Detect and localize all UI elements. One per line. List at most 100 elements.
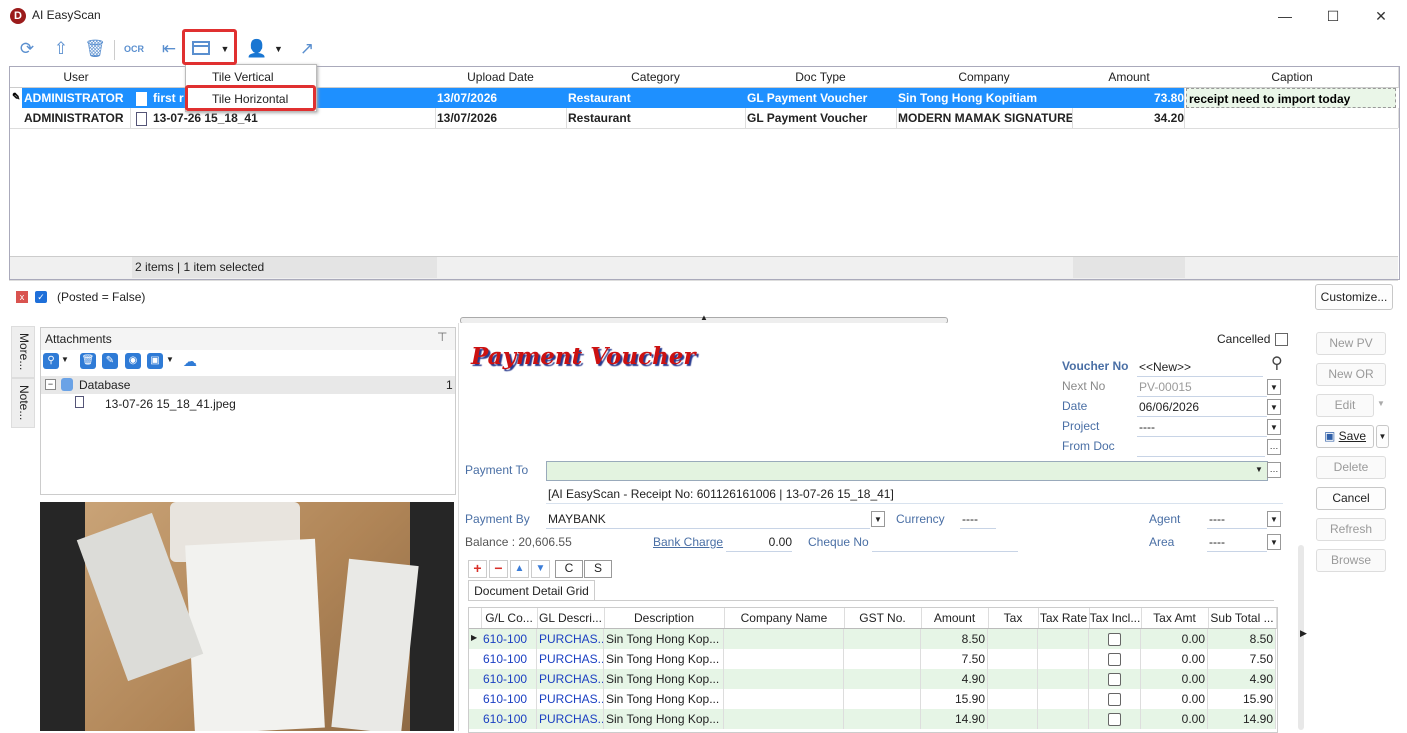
- detail-cell-description[interactable]: Sin Tong Hong Kop...: [604, 709, 724, 729]
- voucher-no-field[interactable]: <<New>>: [1137, 358, 1263, 377]
- detail-header-gl-desc[interactable]: GL Descri...: [537, 608, 605, 629]
- detail-cell-gl-desc[interactable]: PURCHAS...: [537, 709, 604, 729]
- detail-row[interactable]: ▶ 610-100 PURCHAS... Sin Tong Hong Kop... 8.…: [469, 629, 1276, 649]
- date-field[interactable]: 06/06/2026: [1137, 398, 1267, 417]
- cheque-no-field[interactable]: [872, 533, 1018, 552]
- pin-icon[interactable]: ⊤: [437, 330, 447, 344]
- detail-cell-company-name[interactable]: [724, 649, 844, 669]
- filter-enabled-checkbox[interactable]: ✓: [35, 291, 47, 303]
- column-header-caption[interactable]: Caption: [1186, 67, 1399, 88]
- cell-upload-date[interactable]: 13/07/2026: [435, 108, 567, 128]
- share-icon[interactable]: ↗: [294, 36, 320, 62]
- detail-cell-amount[interactable]: 15.90: [921, 689, 988, 709]
- edit-dropdown-arrow[interactable]: ▼: [1377, 399, 1385, 408]
- agent-dropdown[interactable]: ▼: [1267, 511, 1281, 527]
- view-icon[interactable]: ◉: [125, 353, 141, 369]
- detail-cell-tax-amt[interactable]: 0.00: [1141, 689, 1208, 709]
- detail-header-sub-total[interactable]: Sub Total ...: [1208, 608, 1277, 629]
- area-dropdown[interactable]: ▼: [1267, 534, 1281, 550]
- link-dropdown-arrow[interactable]: ▼: [61, 355, 69, 364]
- detail-cell-sub-total[interactable]: 8.50: [1208, 629, 1276, 649]
- panel-icon[interactable]: ⇤: [156, 36, 182, 62]
- minimize-button[interactable]: —: [1262, 4, 1308, 28]
- save-icon[interactable]: ▣: [147, 353, 163, 369]
- detail-header-description[interactable]: Description: [604, 608, 725, 629]
- detail-cell-tax[interactable]: [988, 709, 1038, 729]
- detail-header-company-name[interactable]: Company Name: [724, 608, 845, 629]
- column-header-amount[interactable]: Amount: [1072, 67, 1187, 88]
- tax-inclusive-checkbox[interactable]: [1108, 673, 1121, 687]
- detail-cell-gl-desc[interactable]: PURCHAS...: [537, 649, 604, 669]
- detail-header-tax-rate[interactable]: Tax Rate: [1038, 608, 1090, 629]
- detail-cell-gst-no[interactable]: [844, 689, 921, 709]
- detail-grid[interactable]: G/L Co... GL Descri... Description Compa…: [468, 607, 1278, 733]
- payment-to-dropdown[interactable]: ▼: [1255, 465, 1263, 474]
- user-dropdown-arrow[interactable]: ▼: [274, 40, 283, 58]
- detail-cell-gl-desc[interactable]: PURCHAS...: [537, 669, 604, 689]
- detail-cell-description[interactable]: Sin Tong Hong Kop...: [604, 689, 724, 709]
- detail-cell-gl-code[interactable]: 610-100: [481, 649, 537, 669]
- detail-cell-amount[interactable]: 8.50: [921, 629, 988, 649]
- cancelled-checkbox[interactable]: [1275, 333, 1288, 346]
- cell-caption[interactable]: receipt need to import today: [1186, 88, 1396, 108]
- bank-charge-label[interactable]: Bank Charge: [653, 535, 723, 549]
- tab-document-detail-grid[interactable]: Document Detail Grid: [468, 580, 595, 601]
- detail-row[interactable]: 610-100 PURCHAS... Sin Tong Hong Kop... 7.5…: [469, 649, 1276, 669]
- detail-cell-tax[interactable]: [988, 689, 1038, 709]
- detail-cell-gl-code[interactable]: 610-100: [481, 669, 537, 689]
- cell-doc-type[interactable]: GL Payment Voucher: [745, 88, 897, 108]
- new-pv-button[interactable]: New PV: [1316, 332, 1386, 355]
- cell-company[interactable]: MODERN MAMAK SIGNATURE: [896, 108, 1073, 128]
- cell-caption[interactable]: [1186, 108, 1399, 128]
- detail-cell-tax-inclusive[interactable]: [1089, 629, 1141, 649]
- detail-cell-tax-rate[interactable]: [1038, 649, 1089, 669]
- detail-row[interactable]: 610-100 PURCHAS... Sin Tong Hong Kop... 14.…: [469, 709, 1276, 729]
- detail-cell-tax-amt[interactable]: 0.00: [1141, 629, 1208, 649]
- cloud-upload-icon[interactable]: ☁: [181, 353, 199, 369]
- column-header-upload-date[interactable]: Upload Date: [435, 67, 567, 88]
- detail-cell-sub-total[interactable]: 15.90: [1208, 689, 1276, 709]
- detail-row[interactable]: 610-100 PURCHAS... Sin Tong Hong Kop... 15.…: [469, 689, 1276, 709]
- tax-inclusive-checkbox[interactable]: [1108, 653, 1121, 667]
- edit-button[interactable]: Edit: [1316, 394, 1374, 417]
- payment-by-dropdown[interactable]: ▼: [871, 511, 885, 527]
- move-down-button[interactable]: ▼: [531, 560, 550, 578]
- column-header-user[interactable]: User: [22, 67, 131, 88]
- from-doc-browse[interactable]: …: [1267, 439, 1281, 455]
- detail-cell-tax-amt[interactable]: 0.00: [1141, 709, 1208, 729]
- detail-header-gst-no[interactable]: GST No.: [844, 608, 922, 629]
- payment-to-browse[interactable]: …: [1267, 462, 1281, 478]
- detail-cell-gl-code[interactable]: 610-100: [481, 629, 537, 649]
- date-dropdown[interactable]: ▼: [1267, 399, 1281, 415]
- delete-icon[interactable]: 🗑: [82, 36, 108, 62]
- trash-icon[interactable]: 🗑: [80, 353, 96, 369]
- s-button[interactable]: S: [584, 560, 612, 578]
- detail-header-gl-code[interactable]: G/L Co...: [481, 608, 538, 629]
- detail-cell-tax[interactable]: [988, 649, 1038, 669]
- detail-cell-company-name[interactable]: [724, 669, 844, 689]
- remove-row-button[interactable]: −: [489, 560, 508, 578]
- detail-cell-gl-code[interactable]: 610-100: [481, 689, 537, 709]
- close-button[interactable]: ✕: [1358, 4, 1404, 28]
- detail-cell-gl-desc[interactable]: PURCHAS...: [537, 689, 604, 709]
- side-tab-more[interactable]: More...: [11, 326, 35, 378]
- user-icon[interactable]: 👤: [244, 36, 270, 62]
- next-no-field[interactable]: PV-00015: [1137, 378, 1267, 397]
- detail-cell-tax-inclusive[interactable]: [1089, 669, 1141, 689]
- detail-cell-tax-inclusive[interactable]: [1089, 689, 1141, 709]
- detail-cell-amount[interactable]: 14.90: [921, 709, 988, 729]
- next-no-dropdown[interactable]: ▼: [1267, 379, 1281, 395]
- detail-header-amount[interactable]: Amount: [921, 608, 989, 629]
- save-dropdown-button[interactable]: ▼: [1376, 425, 1389, 448]
- detail-cell-gl-code[interactable]: 610-100: [481, 709, 537, 729]
- detail-cell-tax-amt[interactable]: 0.00: [1141, 649, 1208, 669]
- payment-to-field[interactable]: [546, 461, 1268, 481]
- clear-filter-icon[interactable]: x: [16, 291, 28, 303]
- cell-user[interactable]: ADMINISTRATOR: [22, 88, 131, 108]
- from-doc-field[interactable]: [1137, 438, 1265, 457]
- detail-cell-amount[interactable]: 7.50: [921, 649, 988, 669]
- column-header-category[interactable]: Category: [566, 67, 746, 88]
- detail-cell-sub-total[interactable]: 14.90: [1208, 709, 1276, 729]
- column-header-doc-type[interactable]: Doc Type: [745, 67, 897, 88]
- upload-icon[interactable]: ⇧: [48, 36, 74, 62]
